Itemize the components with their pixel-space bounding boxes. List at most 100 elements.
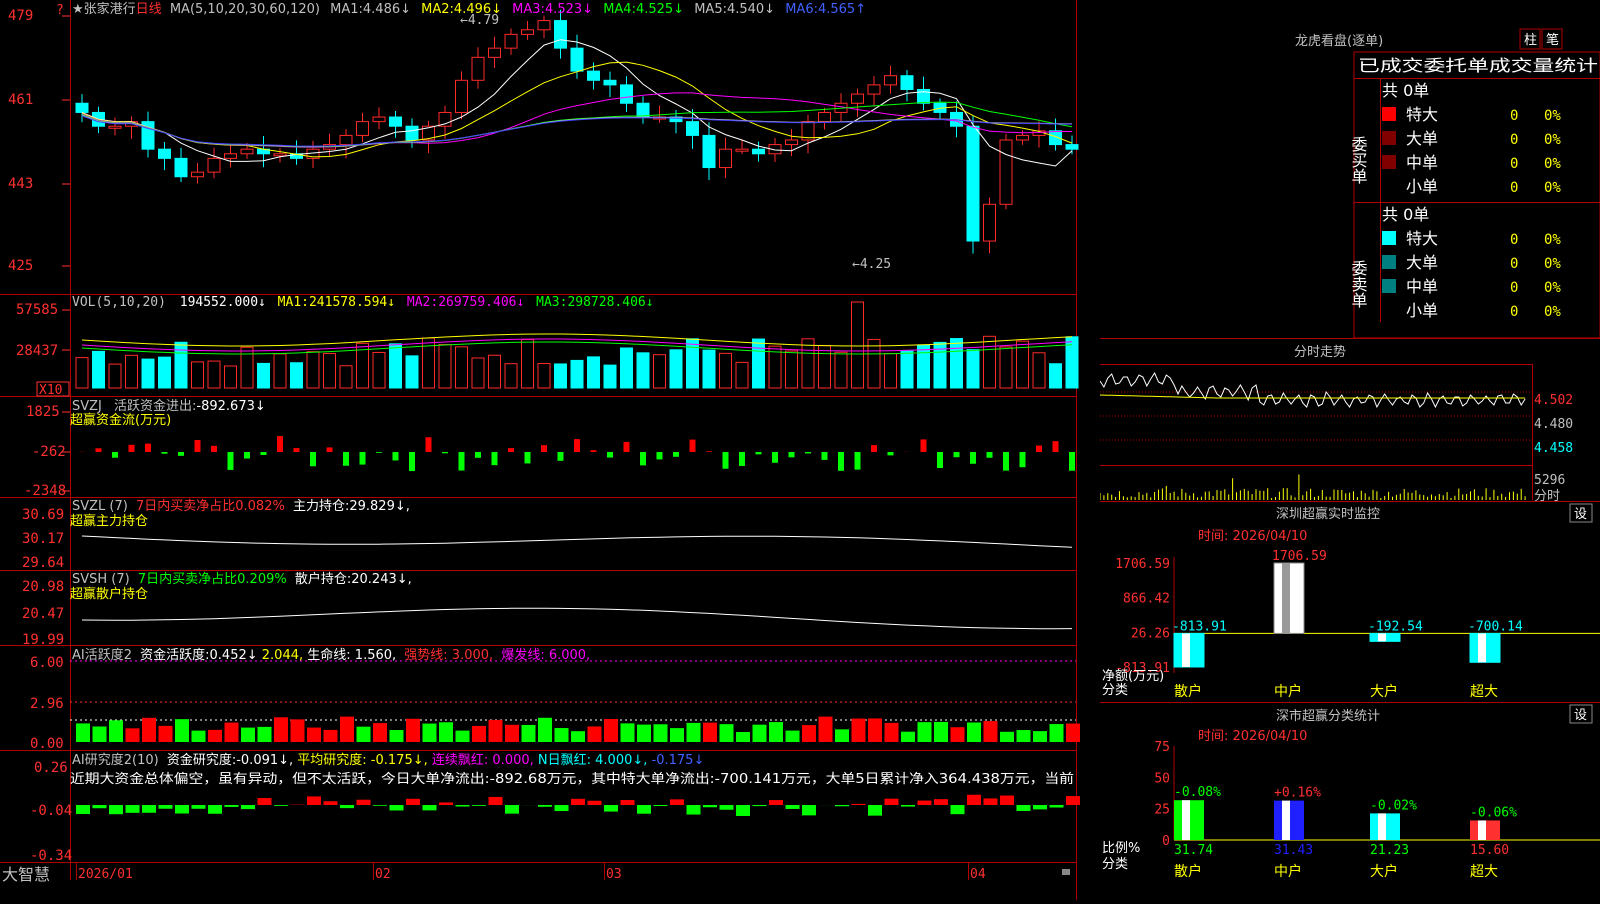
- ai-active-bar: [670, 728, 684, 742]
- class-category: 大户: [1370, 863, 1398, 880]
- price-header: ★张家港行日线 MA(5,10,20,30,60,120) MA1:4.486↓…: [72, 1, 866, 17]
- svsh-text: 散户持仓:: [295, 571, 351, 587]
- ai-active-bar: [703, 723, 717, 742]
- lhb-panel[interactable]: 龙虎看盘(逐单) 柱 笔 已成交委托单成交量统计 委买单共 0单特大00%大单0…: [1295, 29, 1600, 338]
- kline-chart-area[interactable]: 479 461 443 425 ? ←4.79 ←4.25 ★张家港行日线 MA…: [0, 0, 1100, 900]
- ai-active-bar: [720, 724, 734, 742]
- ai-research-panel[interactable]: 0.26 -0.04 -0.34 AI研究度2(10) 资金研究度:-0.091…: [30, 752, 1080, 864]
- class-value: 21.23: [1370, 843, 1409, 858]
- order-pct: 0%: [1544, 108, 1561, 124]
- svzl-panel[interactable]: 30.69 30.17 29.64 SVZL (7) 7日内买卖净占比0.082…: [22, 498, 1072, 571]
- ai-research-bar: [159, 805, 173, 809]
- volume-bar: [538, 364, 550, 388]
- svzl-value: 29.829↓,: [349, 499, 410, 514]
- svzj-bar: [360, 452, 366, 465]
- order-type: 中单: [1406, 277, 1438, 296]
- ai-active-bar: [423, 724, 437, 742]
- ai-active-panel[interactable]: 6.00 2.96 0.00 AI活跃度2 资金活跃度:0.452↓ 2.044…: [30, 647, 1080, 752]
- volume-bar: [637, 353, 649, 388]
- ai-name: AI活跃度2: [72, 647, 132, 663]
- ai-research-bar: [588, 801, 602, 805]
- candle-body: [109, 126, 121, 128]
- sz-monitor-panel[interactable]: 深圳超赢实时监控 设 时间: 2026/04/10 1706.59866.422…: [1100, 502, 1600, 701]
- volume-bar: [753, 339, 765, 388]
- svzj-bar: [525, 452, 531, 463]
- volume-y-axis: 57585 28437 X10: [16, 302, 70, 398]
- volume-bar: [835, 352, 847, 388]
- candle-body: [637, 103, 649, 117]
- ai-research-bar: [109, 805, 123, 814]
- vol-tick: 28437: [16, 343, 58, 359]
- volume-bar: [984, 336, 996, 388]
- star-icon: ★: [72, 2, 84, 17]
- ai-active-bar: [208, 730, 222, 742]
- intraday-vol: 5296: [1534, 473, 1565, 488]
- svzj-bar: [954, 452, 960, 457]
- question-mark[interactable]: ?: [56, 3, 64, 18]
- svsh-sub: 超赢散户持仓: [70, 586, 148, 602]
- ai-active-bar: [175, 719, 189, 742]
- x-axis: 大智慧 2026/01 02 03 04: [2, 862, 1070, 884]
- svzl-text: 主力持仓:: [293, 499, 349, 514]
- ai-v1: 0.452↓: [210, 648, 258, 663]
- price-panel[interactable]: 479 461 443 425 ? ←4.79 ←4.25 ★张家港行日线 MA…: [8, 1, 1078, 274]
- volume-panel[interactable]: 57585 28437 X10 VOL(5,10,20) 194552.000↓…: [16, 295, 1078, 398]
- volume-bar: [621, 348, 633, 388]
- svsh-panel[interactable]: 20.98 20.47 19.99 SVSH (7) 7日内买卖净占比0.209…: [22, 571, 1072, 648]
- svsh-y-axis: 20.98 20.47 19.99: [22, 579, 64, 648]
- candle-body: [192, 172, 204, 177]
- ai-tick: 0.00: [30, 736, 64, 752]
- svzj-bar: [244, 452, 250, 459]
- ai2-v1: -0.091↓,: [236, 753, 293, 768]
- svzj-bar: [987, 452, 993, 458]
- candle-body: [852, 94, 864, 103]
- ai-active-bar: [1066, 724, 1080, 742]
- sz-class-panel[interactable]: 深市超赢分类统计 设 时间: 2026/04/10 7550250-0.08%3…: [1100, 703, 1600, 881]
- volume-bar: [885, 354, 897, 388]
- ai-active-bar: [159, 726, 173, 742]
- svzj-bar: [723, 452, 729, 469]
- order-count: 0: [1510, 232, 1518, 248]
- svzj-bar: [112, 452, 118, 458]
- candle-body: [208, 158, 220, 172]
- class-change: -0.02%: [1370, 798, 1417, 813]
- ai-y-axis: 6.00 2.96 0.00: [30, 655, 64, 752]
- svzj-bar: [162, 452, 168, 454]
- ai-research-bar: [357, 800, 371, 805]
- candle-body: [472, 57, 484, 80]
- order-pct: 0%: [1544, 156, 1561, 172]
- ai-active-bar: [588, 726, 602, 742]
- svzj-bar: [1036, 446, 1042, 452]
- ai-research-bar: [307, 796, 321, 805]
- ma2-value: 4.496↓: [454, 2, 502, 17]
- ma4-label: MA4:: [603, 2, 636, 17]
- svzj-panel[interactable]: 1825 -262 -2348 SVZJ 活跃资金进出:-892.673↓ 超赢…: [24, 398, 1075, 499]
- volume-bar: [456, 347, 468, 388]
- sz-bar-value: -700.14: [1468, 619, 1523, 634]
- candle-body: [225, 154, 237, 159]
- legend-swatch: [1382, 107, 1396, 121]
- sz-bar-value: -813.91: [1172, 619, 1227, 634]
- volume-bar: [439, 344, 451, 388]
- candle-body: [571, 48, 583, 71]
- class-value: 31.43: [1274, 843, 1313, 858]
- volume-bar: [159, 357, 171, 388]
- ai-research-bar: [225, 805, 239, 807]
- volume-bar: [786, 351, 798, 388]
- ai-active-bar: [786, 731, 800, 742]
- ai-research-bar: [736, 805, 750, 816]
- ai-active-bar: [1017, 730, 1031, 742]
- ai-research-bar: [1066, 796, 1080, 805]
- lhb-tab-title[interactable]: 已成交委托单成交量统计: [1358, 56, 1598, 75]
- order-pct: 0%: [1544, 180, 1561, 196]
- ai-research-bar: [324, 801, 338, 805]
- legend-swatch: [1382, 155, 1396, 169]
- ai2-red: 连续飘红: 0.000,: [432, 752, 534, 768]
- ma4-value: 4.525↓: [636, 2, 684, 17]
- intraday-panel[interactable]: 分时走势 4.502 4.480 4.458 5296 分时: [1100, 339, 1600, 505]
- svzj-bar: [541, 445, 547, 452]
- ai2-name: AI研究度2(10): [72, 752, 159, 768]
- ai-research-bar: [192, 805, 206, 809]
- svzj-bar: [607, 452, 613, 458]
- class-bar-highlight: [1478, 820, 1486, 840]
